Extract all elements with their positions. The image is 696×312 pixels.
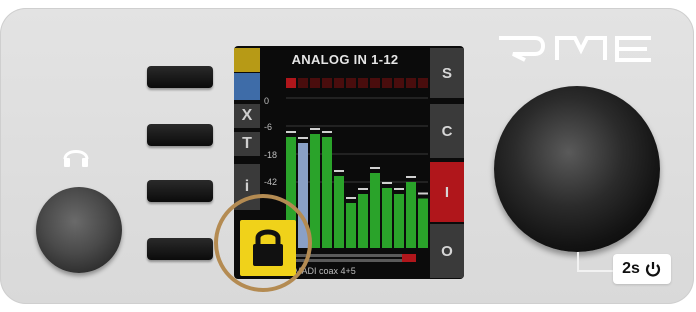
channel-peak-hold bbox=[310, 128, 320, 130]
clip-indicator bbox=[394, 78, 404, 88]
hint-leader-line bbox=[577, 252, 579, 272]
channel-peak-hold bbox=[334, 170, 344, 172]
madi-level-bars bbox=[294, 254, 416, 262]
channel-peak-hold bbox=[418, 192, 428, 195]
clip-indicator bbox=[286, 78, 296, 88]
channel-level-bar bbox=[334, 176, 344, 248]
channel-level-bar bbox=[406, 182, 416, 248]
channel-level-bar bbox=[394, 194, 404, 248]
channel-level-bar bbox=[346, 203, 356, 248]
side-button-c[interactable]: C bbox=[430, 104, 464, 158]
highlight-ring bbox=[214, 194, 312, 292]
clip-indicator bbox=[322, 78, 332, 88]
hardware-key-2[interactable] bbox=[147, 124, 213, 146]
channel-peak-hold bbox=[298, 137, 308, 139]
madi-status: MADI coax 4+5 bbox=[294, 254, 428, 276]
side-button-s[interactable]: S bbox=[430, 48, 464, 98]
channel-peak-hold bbox=[406, 176, 416, 178]
tab-t[interactable]: T bbox=[234, 132, 260, 156]
clip-indicator bbox=[418, 78, 428, 88]
clip-indicator bbox=[310, 78, 320, 88]
main-encoder-knob[interactable] bbox=[494, 86, 660, 252]
headphone-jack[interactable] bbox=[36, 187, 122, 273]
hardware-key-1[interactable] bbox=[147, 66, 213, 88]
scale-label-0: 0 bbox=[264, 96, 270, 106]
clip-indicator bbox=[334, 78, 344, 88]
tab-x[interactable]: X bbox=[234, 104, 260, 128]
channel-peak-hold bbox=[382, 182, 392, 184]
scale-label-18: -18 bbox=[264, 150, 278, 160]
channel-level-bar bbox=[382, 188, 392, 248]
madi-label: MADI coax 4+5 bbox=[294, 266, 356, 276]
channel-peak-hold bbox=[346, 197, 356, 199]
clip-indicator bbox=[358, 78, 368, 88]
clip-indicator bbox=[382, 78, 392, 88]
side-button-o[interactable]: O bbox=[430, 224, 464, 278]
channel-peak-hold bbox=[394, 188, 404, 190]
channel-level-bar bbox=[310, 134, 320, 248]
rme-logo bbox=[499, 36, 651, 62]
channel-peak-hold bbox=[286, 131, 296, 133]
clip-indicator bbox=[406, 78, 416, 88]
clip-indicator bbox=[346, 78, 356, 88]
channel-level-bar bbox=[358, 194, 368, 248]
headphones-icon bbox=[63, 150, 89, 167]
hardware-key-4[interactable] bbox=[147, 238, 213, 260]
hardware-key-3[interactable] bbox=[147, 180, 213, 202]
scale-label-6: -6 bbox=[264, 122, 273, 132]
tab-color-blue[interactable] bbox=[234, 73, 260, 100]
channel-level-bar bbox=[370, 173, 380, 248]
channel-peak-hold bbox=[358, 188, 368, 190]
clip-indicator bbox=[298, 78, 308, 88]
hold-2s-power-hint: 2s bbox=[613, 254, 671, 284]
scale-label-42: -42 bbox=[264, 177, 278, 187]
side-button-i[interactable]: I bbox=[430, 162, 464, 222]
hint-leader-line-horizontal bbox=[577, 270, 615, 272]
channel-peak-hold bbox=[322, 131, 332, 133]
channel-level-bar bbox=[418, 198, 428, 248]
clip-indicator bbox=[370, 78, 380, 88]
hint-duration: 2s bbox=[622, 260, 640, 277]
channel-level-bar bbox=[322, 137, 332, 248]
power-icon bbox=[645, 262, 660, 277]
channel-peak-hold bbox=[370, 167, 380, 169]
tab-color-yellow[interactable] bbox=[234, 48, 260, 72]
display-title: ANALOG IN 1-12 bbox=[291, 52, 399, 67]
